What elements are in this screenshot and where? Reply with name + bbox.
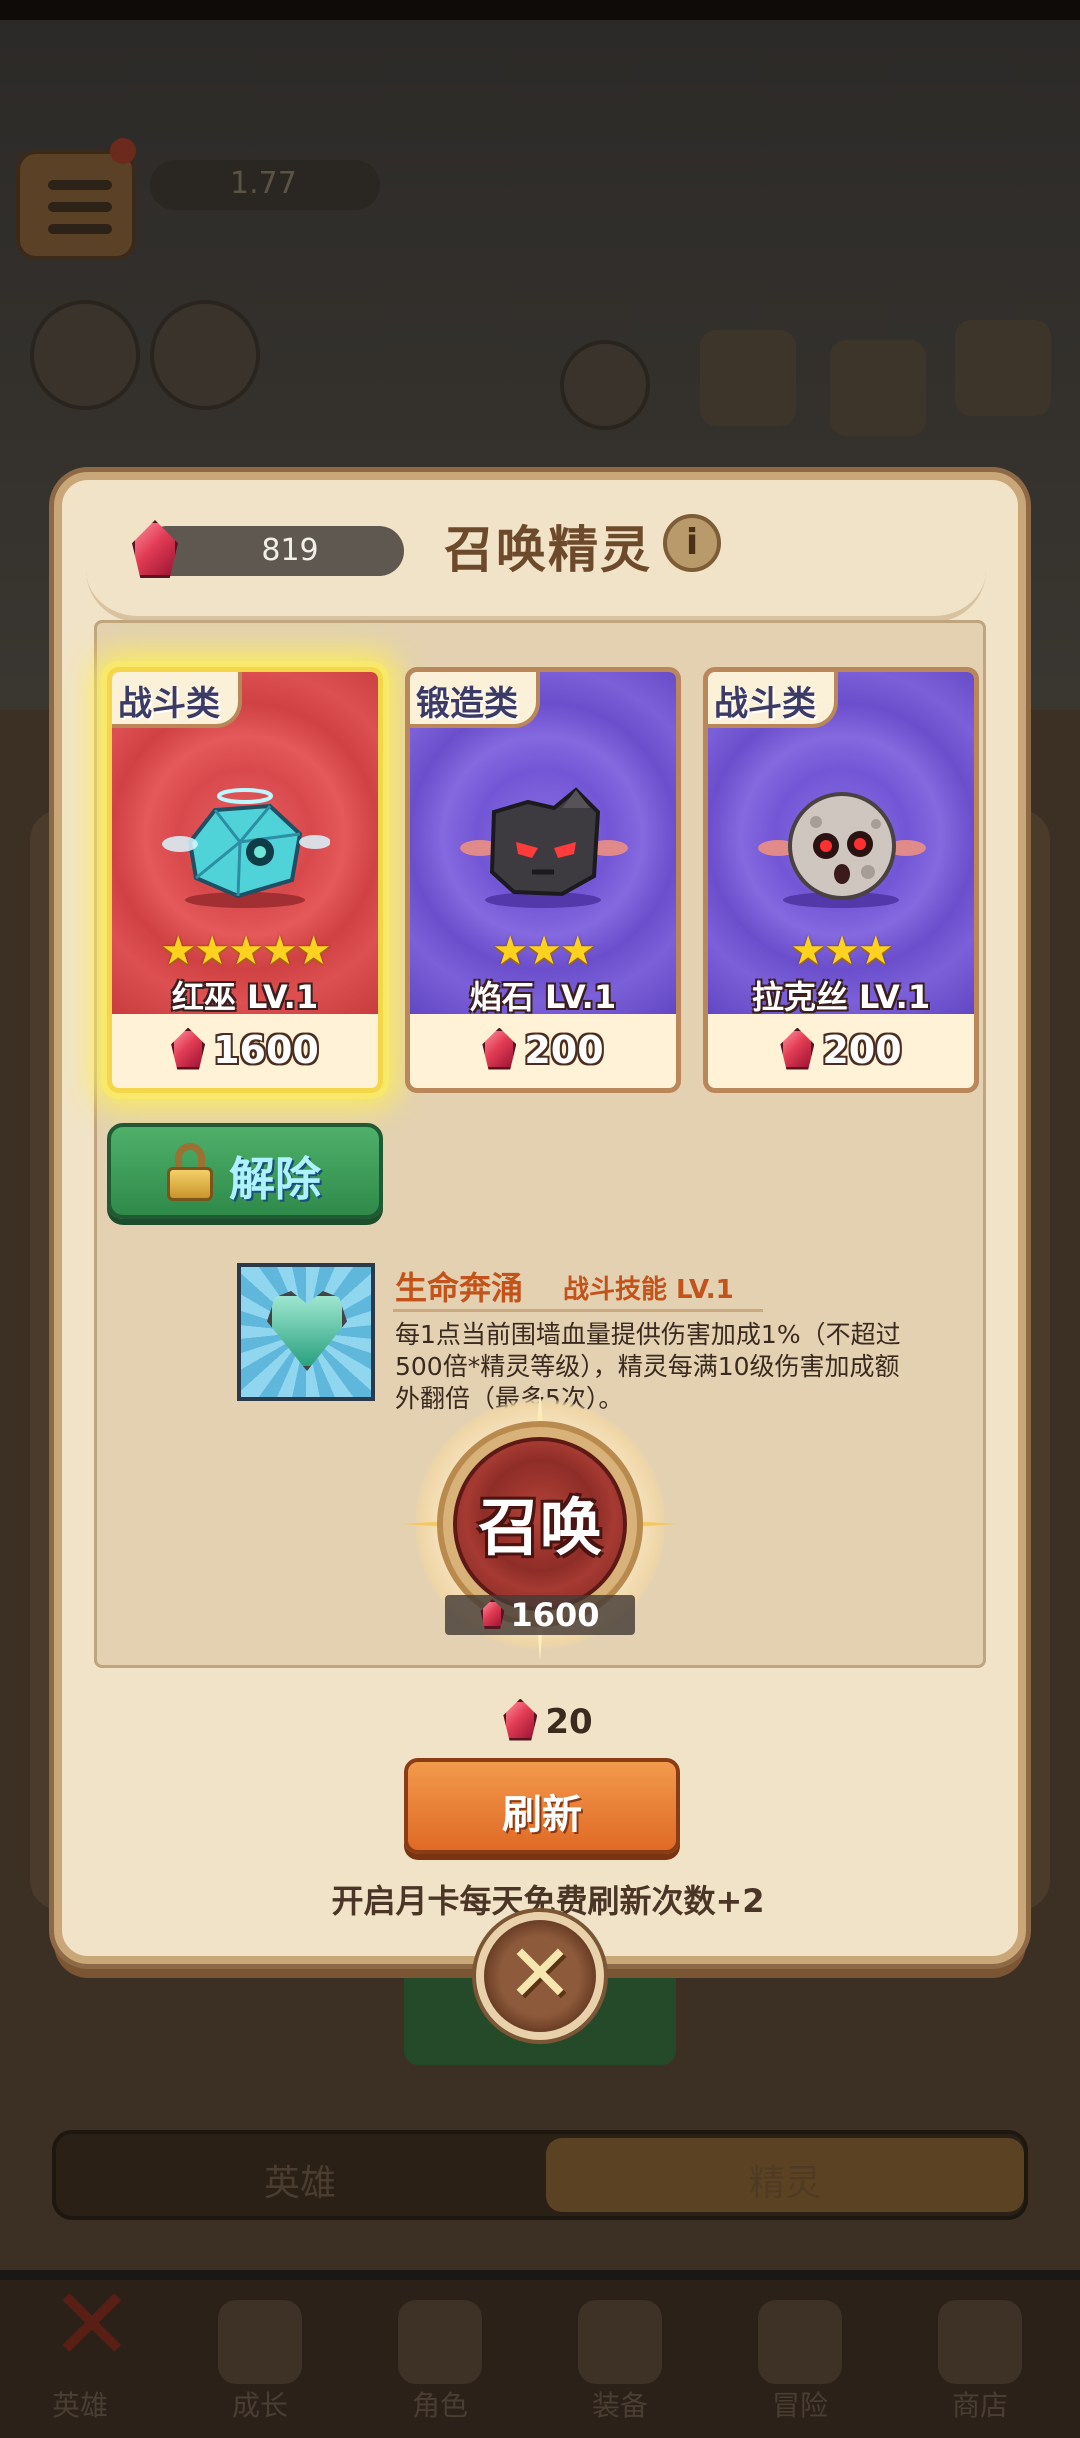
summon-spirit-dialog: 819 召唤精灵 i 战斗类 ★★★★★ 红巫 LV.1 1600 锻造类 ★★… (54, 472, 1026, 1964)
bg-nav-icon (218, 2300, 302, 2384)
price-value: 200 (524, 1028, 604, 1072)
summon-label: 召唤 (477, 1491, 602, 1564)
lock-icon (560, 340, 650, 430)
refresh-button[interactable]: 刷新 (404, 1758, 680, 1854)
bg-nav-label: 角色 (411, 2389, 468, 2422)
skill-name: 生命奔涌 (395, 1269, 524, 1307)
close-button[interactable]: ✕ (476, 1912, 604, 2040)
card-category-tag: 锻造类 (410, 672, 540, 728)
gem-icon (480, 1599, 505, 1629)
summon-cost-value: 1600 (510, 1596, 600, 1634)
spirit-name: 焰石 LV.1 (469, 978, 617, 1016)
summon-cost: 1600 (445, 1595, 635, 1635)
bg-nav-item: 角色 (370, 2290, 510, 2430)
price-value: 200 (822, 1028, 902, 1072)
bg-nav-label: 装备 (591, 2389, 648, 2422)
dialog-title: 召唤精灵 (444, 521, 652, 579)
bg-hero-icon (30, 300, 140, 410)
bg-nav-item: 冒险 (730, 2290, 870, 2430)
spirit-card-yanshi[interactable]: 锻造类 ★★★ 焰石 LV.1 200 (405, 667, 681, 1093)
star-rating: ★★★★★ (160, 928, 331, 974)
card-category-tag: 战斗类 (708, 672, 838, 728)
bg-hero-icon (150, 300, 260, 410)
bg-tab-spirits: 精灵 (546, 2138, 1024, 2212)
spirit-name: 拉克丝 LV.1 (751, 978, 931, 1016)
menu-icon (16, 150, 136, 260)
bg-nav-icon (758, 2300, 842, 2384)
refresh-cost: 20 (62, 1698, 1034, 1742)
gem-icon (482, 1027, 517, 1070)
bg-nav-label: 冒险 (771, 2389, 828, 2422)
skill-level: 战斗技能 LV.1 (563, 1275, 734, 1305)
unlock-label: 解除 (229, 1152, 321, 1206)
spirit-name: 红巫 LV.1 (171, 978, 319, 1016)
bg-nav-icon (398, 2300, 482, 2384)
unlock-button[interactable]: 解除 (107, 1123, 383, 1219)
star-rating: ★★★ (492, 928, 596, 974)
price-value: 1600 (213, 1028, 319, 1072)
bg-feature-icon (830, 340, 926, 436)
bg-nav-item: 英雄 (10, 2290, 150, 2430)
bg-nav-icon (938, 2300, 1022, 2384)
info-icon[interactable]: i (663, 514, 721, 572)
crystal-spirit-icon (162, 788, 330, 908)
notification-dot (110, 138, 136, 164)
bg-nav-label: 英雄 (51, 2389, 108, 2422)
bg-nav-icon (578, 2300, 662, 2384)
skill-divider (393, 1309, 763, 1312)
star-rating: ★★★ (790, 928, 894, 974)
summon-button[interactable]: 召唤 1600 (403, 1387, 677, 1661)
refresh-cost-value: 20 (545, 1702, 593, 1742)
padlock-icon (167, 1143, 213, 1201)
rock-spirit-icon (460, 787, 628, 908)
gem-icon (503, 1698, 538, 1741)
card-category-tag: 战斗类 (112, 672, 242, 728)
spirit-panel: 战斗类 ★★★★★ 红巫 LV.1 1600 锻造类 ★★★ 焰石 LV.1 2… (94, 620, 986, 1668)
spirit-card-lakesi[interactable]: 战斗类 ★★★ 拉克丝 LV.1 200 (703, 667, 979, 1093)
bg-tab-heroes: 英雄 (263, 2163, 336, 2204)
bg-feature-icon (955, 320, 1051, 416)
bg-nav-item: 装备 (550, 2290, 690, 2430)
gem-icon (171, 1027, 206, 1070)
stone-ghost-icon (758, 792, 926, 908)
status-bar-strip (0, 0, 1080, 20)
bg-feature-icon (700, 330, 796, 426)
gem-icon (780, 1027, 815, 1070)
bg-nav-item: 成长 (190, 2290, 330, 2430)
card-price: 1600 (112, 1016, 378, 1088)
bg-nav-item: 商店 (910, 2290, 1050, 2430)
power-display: 1.77 (150, 160, 380, 210)
bg-nav-label: 成长 (231, 2389, 288, 2422)
card-price: 200 (410, 1016, 676, 1088)
bg-nav-label: 商店 (951, 2389, 1008, 2422)
spirit-card-hongwu[interactable]: 战斗类 ★★★★★ 红巫 LV.1 1600 (107, 667, 383, 1093)
card-price: 200 (708, 1016, 974, 1088)
skill-heart-icon (237, 1263, 375, 1401)
bg-tab-bar: 英雄 精灵 (52, 2130, 1028, 2220)
